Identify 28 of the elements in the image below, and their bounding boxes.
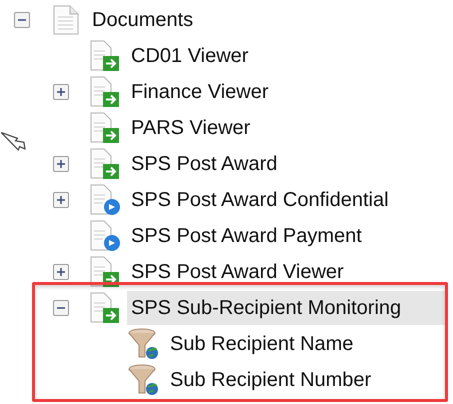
tree-item-label[interactable]: SPS Post Award Viewer bbox=[127, 255, 446, 289]
tree-item-label[interactable]: Sub Recipient Name bbox=[166, 327, 446, 361]
tree-item-label[interactable]: SPS Post Award bbox=[127, 147, 446, 181]
tree-item-label[interactable]: SPS Sub-Recipient Monitoring bbox=[127, 291, 446, 325]
tree-item-label[interactable]: Documents bbox=[88, 3, 446, 37]
expander-toggle[interactable] bbox=[53, 300, 69, 316]
expander-toggle[interactable] bbox=[53, 264, 69, 280]
tree-item-label[interactable]: CD01 Viewer bbox=[127, 39, 446, 73]
document-arrow-icon bbox=[89, 148, 121, 180]
document-arrow-icon bbox=[89, 256, 121, 288]
document-arrow-icon bbox=[89, 292, 121, 324]
tree-item-label[interactable]: Sub Recipient Number bbox=[166, 363, 446, 397]
tree-item-label[interactable]: SPS Post Award Payment bbox=[127, 219, 446, 253]
tree-item-label[interactable]: Finance Viewer bbox=[127, 75, 446, 109]
expander-toggle[interactable] bbox=[53, 192, 69, 208]
document-arrow-icon bbox=[89, 40, 121, 72]
document-arrow-icon bbox=[89, 112, 121, 144]
expander-toggle[interactable] bbox=[53, 156, 69, 172]
funnel-globe-icon bbox=[128, 364, 160, 396]
document-icon bbox=[53, 5, 79, 35]
tree-item-label[interactable]: SPS Post Award Confidential bbox=[127, 183, 446, 217]
funnel-globe-icon bbox=[128, 328, 160, 360]
document-play-icon bbox=[89, 184, 121, 216]
tree-item-label[interactable]: PARS Viewer bbox=[127, 111, 446, 145]
document-arrow-icon bbox=[89, 76, 121, 108]
expander-toggle[interactable] bbox=[14, 12, 30, 28]
document-play-icon bbox=[89, 220, 121, 252]
expander-toggle[interactable] bbox=[53, 84, 69, 100]
